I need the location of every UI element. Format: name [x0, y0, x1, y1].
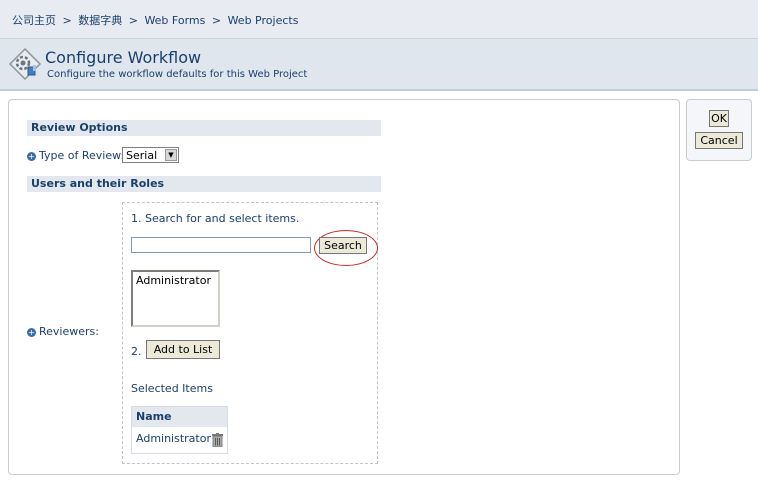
- page-header: Configure Workflow Configure the workflo…: [0, 39, 758, 91]
- list-item[interactable]: Administrator: [136, 274, 215, 287]
- type-of-review-text: Type of Review:: [39, 149, 125, 162]
- breadcrumb-separator: >: [128, 14, 138, 27]
- breadcrumb-separator: >: [211, 14, 222, 27]
- add-to-list-button[interactable]: Add to List: [146, 340, 220, 359]
- actions-panel: OK Cancel: [686, 99, 752, 161]
- breadcrumb-bar: 公司主页 > 数据字典 > Web Forms > Web Projects: [0, 0, 758, 39]
- info-bullet-icon: +: [27, 327, 36, 337]
- breadcrumb: 公司主页 > 数据字典 > Web Forms > Web Projects: [12, 12, 298, 28]
- trash-icon[interactable]: [212, 432, 223, 448]
- table-row: Administrator: [132, 427, 227, 451]
- search-input[interactable]: [131, 237, 311, 253]
- type-of-review-select[interactable]: Serial ▼: [122, 147, 179, 163]
- selected-item-name: Administrator: [136, 432, 211, 445]
- page-title: Configure Workflow: [45, 48, 202, 67]
- type-of-review-value: Serial: [126, 149, 158, 162]
- step2-number: 2.: [131, 345, 142, 358]
- breadcrumb-item-data-dictionary[interactable]: 数据字典: [78, 14, 122, 27]
- selected-items-table: Name Administrator: [131, 406, 228, 454]
- selected-items-label: Selected Items: [131, 382, 213, 395]
- search-results-list[interactable]: Administrator: [131, 270, 220, 327]
- table-header-name: Name: [132, 407, 227, 427]
- breadcrumb-item-home[interactable]: 公司主页: [12, 14, 56, 27]
- type-of-review-label: + Type of Review:: [27, 149, 124, 162]
- cancel-button[interactable]: Cancel: [695, 132, 743, 149]
- section-header-users-roles: Users and their Roles: [27, 176, 381, 192]
- search-button[interactable]: Search: [319, 237, 367, 254]
- breadcrumb-separator: >: [62, 14, 72, 27]
- info-bullet-icon: +: [27, 151, 36, 161]
- reviewers-text: Reviewers:: [39, 325, 99, 338]
- page-subtitle: Configure the workflow defaults for this…: [47, 69, 308, 80]
- chevron-down-icon[interactable]: ▼: [165, 149, 177, 161]
- breadcrumb-item-web-forms[interactable]: Web Forms: [144, 14, 205, 27]
- ok-button[interactable]: OK: [709, 110, 729, 127]
- section-header-review-options: Review Options: [27, 120, 381, 136]
- step1-instruction: 1. Search for and select items.: [131, 212, 300, 225]
- breadcrumb-item-web-projects[interactable]: Web Projects: [228, 14, 299, 27]
- workflow-gear-icon: [8, 47, 42, 81]
- main-panel: Review Options + Type of Review: Serial ▼…: [8, 99, 680, 475]
- reviewer-picker: 1. Search for and select items. Search A…: [122, 202, 378, 464]
- reviewers-label: + Reviewers:: [27, 325, 99, 338]
